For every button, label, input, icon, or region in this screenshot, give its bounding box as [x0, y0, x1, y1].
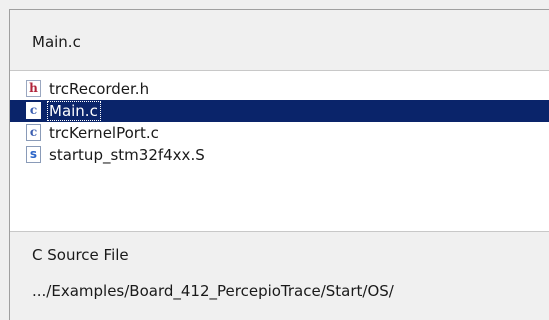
file-path-label: .../Examples/Board_412_PercepioTrace/Sta… — [32, 282, 394, 300]
file-list: h trcRecorder.h c Main.c c trcKernelPort… — [10, 71, 549, 231]
current-file-title: Main.c — [32, 33, 81, 51]
file-item-label: trcKernelPort.c — [49, 124, 159, 142]
file-type-label: C Source File — [32, 246, 129, 264]
file-switcher-popup: Main.c h trcRecorder.h c Main.c c trcKer… — [9, 9, 549, 320]
popup-header: Main.c — [10, 10, 549, 70]
file-item-trcrecorder-h[interactable]: h trcRecorder.h — [10, 78, 549, 100]
file-item-startup-stm32f4xx-s[interactable]: s startup_stm32f4xx.S — [10, 144, 549, 166]
footer-divider — [10, 231, 549, 232]
file-item-label: startup_stm32f4xx.S — [49, 146, 205, 164]
header-file-icon: h — [26, 80, 41, 97]
file-item-main-c[interactable]: c Main.c — [10, 100, 549, 122]
assembly-file-icon: s — [26, 146, 41, 163]
file-item-trckernelport-c[interactable]: c trcKernelPort.c — [10, 122, 549, 144]
c-source-file-icon: c — [26, 124, 41, 141]
c-source-file-icon: c — [25, 101, 42, 120]
file-item-label: trcRecorder.h — [49, 80, 150, 98]
file-item-label: Main.c — [47, 101, 101, 121]
